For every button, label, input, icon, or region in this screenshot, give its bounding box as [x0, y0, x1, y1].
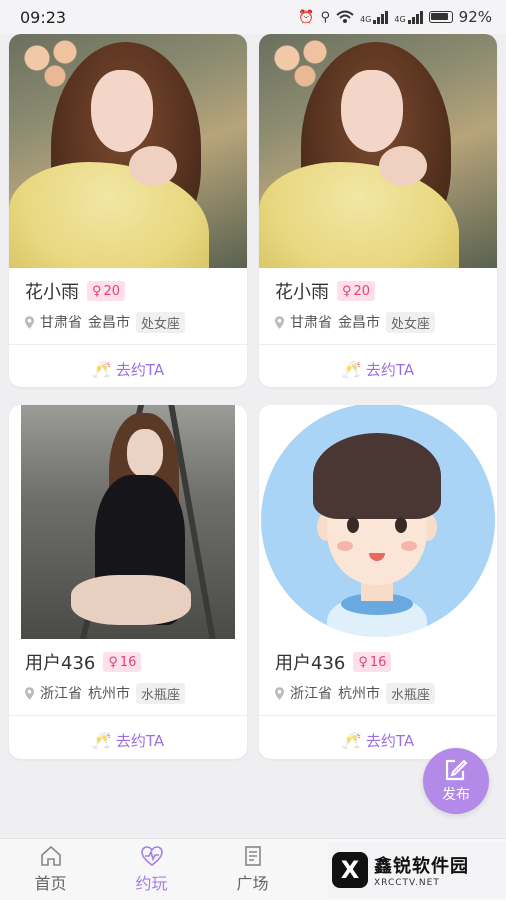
date-button[interactable]: 🥂 去约TA [259, 345, 497, 387]
age-value: 20 [103, 283, 121, 299]
publish-label: 发布 [442, 787, 470, 803]
user-name: 花小雨 [25, 282, 79, 303]
city: 金昌市 [88, 315, 130, 331]
user-photo[interactable] [259, 34, 497, 268]
watermark: X 鑫锐软件园 XRCCTV.NET [328, 842, 506, 898]
watermark-sub: XRCCTV.NET [374, 878, 440, 888]
city: 杭州市 [338, 686, 380, 702]
nav-item-play[interactable]: 约玩 [101, 839, 202, 900]
user-name: 花小雨 [275, 282, 329, 303]
age-value: 16 [119, 654, 137, 670]
province: 甘肃省 [40, 315, 82, 331]
status-bar: 09:23 ⏰ ⚲ 4G 4G 92% [0, 0, 506, 34]
cheers-icon: 🥂 [341, 359, 362, 379]
location-pin-icon [275, 686, 284, 700]
zodiac-tag: 处女座 [386, 311, 436, 333]
network-label: 4G [360, 14, 372, 24]
date-button[interactable]: 🥂 去约TA [9, 345, 247, 387]
user-card[interactable]: 花小雨 ♀ 20 甘肃省 金昌市 处女座 🥂 去约TA [9, 34, 247, 387]
city: 杭州市 [88, 686, 130, 702]
nav-label: 首页 [34, 874, 67, 893]
user-card[interactable]: 用户436 ♀ 16 浙江省 杭州市 水瓶座 🥂 去约TA [259, 405, 497, 759]
wifi-icon [336, 10, 354, 23]
user-photo[interactable] [9, 405, 247, 639]
location-pin-icon [275, 315, 284, 329]
battery-icon [428, 11, 453, 23]
cheers-icon: 🥂 [91, 730, 112, 750]
city: 金昌市 [338, 315, 380, 331]
province: 浙江省 [290, 686, 332, 702]
signal-4g-icon: 4G [360, 10, 389, 24]
heartbeat-icon [140, 846, 163, 866]
province: 浙江省 [40, 686, 82, 702]
nav-label: 广场 [236, 874, 269, 893]
watermark-title: 鑫锐软件园 [374, 856, 469, 877]
user-name: 用户436 [25, 653, 96, 674]
age-badge: ♀ 20 [87, 281, 126, 301]
province: 甘肃省 [290, 315, 332, 331]
status-icons: ⏰ ⚲ 4G 4G 92% [298, 8, 492, 26]
zodiac-tag: 处女座 [136, 311, 186, 333]
network-label: 4G [394, 14, 406, 24]
user-card[interactable]: 用户436 ♀ 16 浙江省 杭州市 水瓶座 🥂 去约TA [9, 405, 247, 759]
publish-button[interactable]: 发布 [423, 748, 489, 814]
battery-percent: 92% [458, 8, 492, 26]
age-value: 20 [353, 283, 371, 299]
date-button-label: 去约TA [115, 731, 165, 750]
age-badge: ♀ 16 [103, 652, 142, 672]
edit-icon [445, 759, 468, 781]
female-icon: ♀ [108, 654, 118, 670]
zodiac-tag: 水瓶座 [386, 682, 436, 704]
user-photo[interactable] [259, 405, 497, 639]
status-time: 09:23 [20, 7, 67, 27]
avatar [261, 405, 495, 637]
age-value: 16 [369, 654, 387, 670]
female-icon: ♀ [358, 654, 368, 670]
user-name: 用户436 [275, 653, 346, 674]
watermark-logo: X [332, 852, 368, 888]
cheers-icon: 🥂 [91, 359, 112, 379]
location-pin-icon [25, 315, 34, 329]
location-pin-icon [25, 686, 34, 700]
age-badge: ♀ 16 [353, 652, 392, 672]
date-button-label: 去约TA [365, 731, 415, 750]
age-badge: ♀ 20 [337, 281, 376, 301]
location-icon: ⚲ [320, 9, 331, 25]
date-button-label: 去约TA [115, 360, 165, 379]
nav-item-square[interactable]: 广场 [202, 839, 303, 900]
nav-item-home[interactable]: 首页 [0, 839, 101, 900]
user-card[interactable]: 花小雨 ♀ 20 甘肃省 金昌市 处女座 🥂 去约TA [259, 34, 497, 387]
nav-label: 约玩 [135, 874, 168, 893]
notebook-icon [244, 846, 261, 866]
zodiac-tag: 水瓶座 [136, 682, 186, 704]
alarm-icon: ⏰ [298, 9, 315, 25]
user-photo[interactable] [9, 34, 247, 268]
date-button[interactable]: 🥂 去约TA [9, 716, 247, 759]
female-icon: ♀ [342, 283, 352, 299]
home-icon [40, 845, 61, 866]
signal-4g-icon: 4G [394, 10, 423, 24]
date-button-label: 去约TA [365, 360, 415, 379]
cheers-icon: 🥂 [341, 730, 362, 750]
female-icon: ♀ [92, 283, 102, 299]
